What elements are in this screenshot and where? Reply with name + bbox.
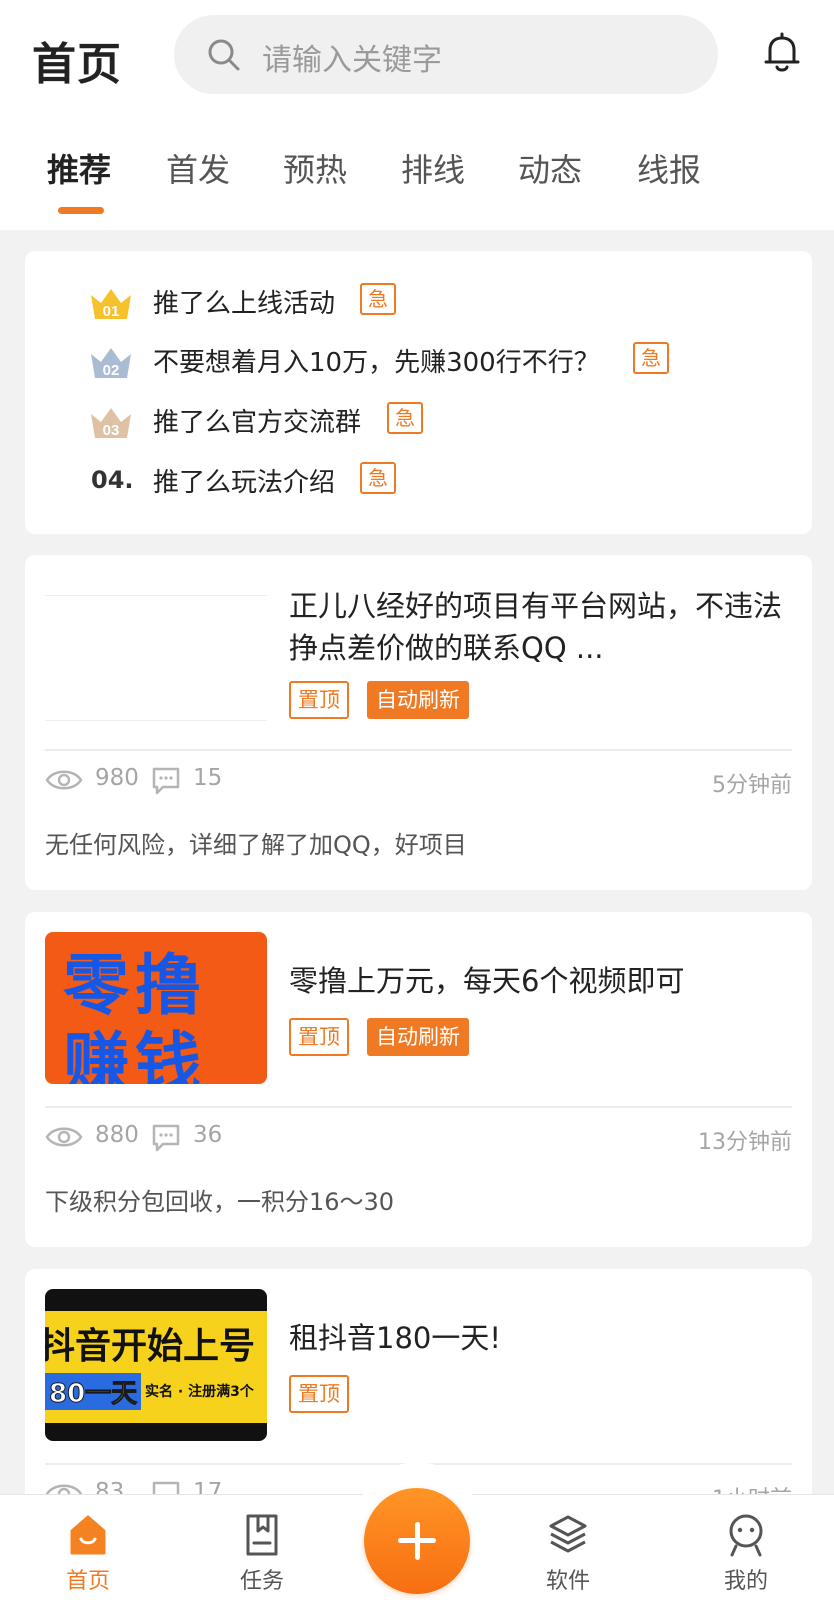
nav-label: 我的 [723, 1569, 768, 1594]
tab-tips[interactable]: 线报 [637, 145, 701, 191]
pinned-tag: 置顶 [289, 1375, 349, 1413]
nav-label: 任务 [239, 1569, 284, 1594]
search-input[interactable]: 请输入关键字 [174, 15, 718, 94]
urgent-tag: 急 [360, 283, 396, 315]
thumb-text-top: 抖音开始上号 [45, 1326, 256, 1367]
post-thumbnail[interactable]: ‹ 6 / 40 › [45, 575, 267, 727]
nav-label: 首页 [65, 1569, 110, 1594]
thumb-text-middle: 80一天 [45, 1373, 142, 1410]
add-post-button[interactable] [364, 1488, 470, 1594]
comment-count: 36 [193, 1122, 223, 1148]
view-count: 880 [95, 1122, 139, 1148]
comment-icon [152, 767, 180, 795]
thumb-line [45, 720, 267, 721]
post-thumbnail[interactable]: 抖音开始上号 80一天 实名 · 注册满3个 [45, 1289, 267, 1441]
task-icon [246, 1514, 278, 1556]
nav-label: 软件 [545, 1569, 590, 1594]
app-root: 首页 请输入关键字 推荐 首发 预热 排线 动态 线报 01 推了么上线活动 急… [0, 0, 834, 1600]
post-card[interactable]: 零撸 赚钱 零撸上万元，每天6个视频即可 置顶 自动刷新 880 36 13分钟… [25, 912, 812, 1247]
search-icon [208, 39, 240, 71]
nav-software[interactable]: 软件 [518, 1495, 618, 1600]
rank-number: 02 [103, 362, 120, 379]
tab-first-release[interactable]: 首发 [166, 145, 230, 191]
pinned-tag: 置顶 [289, 681, 349, 719]
post-time: 13分钟前 [698, 1130, 792, 1155]
post-description: 无任何风险，详细了解了加QQ，好项目 [45, 831, 467, 859]
nav-home[interactable]: 首页 [38, 1495, 138, 1600]
rank-number: 01 [103, 303, 120, 320]
auto-refresh-tag: 自动刷新 [367, 681, 469, 719]
tab-lineup[interactable]: 排线 [401, 145, 465, 191]
post-thumbnail[interactable]: 零撸 赚钱 [45, 932, 267, 1084]
rank-number: 03 [103, 422, 120, 439]
hot-list-card: 01 推了么上线活动 急 02 不要想着月入10万，先赚300行不行？ 急 03… [25, 251, 812, 534]
rank-silver-crown-icon: 02 [91, 348, 131, 379]
eye-icon [45, 1127, 83, 1147]
urgent-tag: 急 [387, 402, 423, 434]
rank-gold-crown-icon: 01 [91, 289, 131, 320]
top-bar: 首页 请输入关键字 推荐 首发 预热 排线 动态 线报 [0, 0, 834, 230]
hot-item-title: 推了么上线活动 [153, 289, 336, 319]
nav-task[interactable]: 任务 [212, 1495, 312, 1600]
home-icon [70, 1515, 106, 1555]
tab-recommend[interactable]: 推荐 [47, 145, 111, 191]
post-title: 正儿八经好的项目有平台网站，不违法挣点差价做的联系QQ ... [289, 589, 783, 665]
tab-news[interactable]: 动态 [518, 145, 582, 191]
hot-list-item[interactable]: 03 推了么官方交流群 急 [25, 400, 812, 444]
profile-icon [729, 1514, 763, 1557]
hot-item-title: 推了么玩法介绍 [153, 468, 336, 498]
hot-list-item[interactable]: 01 推了么上线活动 急 [25, 281, 812, 325]
post-time: 5分钟前 [712, 773, 792, 798]
rank-bronze-crown-icon: 03 [91, 408, 131, 439]
thumb-text-bottom: 赚钱 [63, 1025, 207, 1084]
divider [45, 749, 792, 751]
post-card[interactable]: ‹ 6 / 40 › 正儿八经好的项目有平台网站，不违法挣点差价做的联系QQ .… [25, 555, 812, 890]
hot-item-title: 推了么官方交流群 [153, 408, 362, 438]
hot-list-item[interactable]: 04. 推了么玩法介绍 急 [25, 460, 812, 504]
nav-profile[interactable]: 我的 [696, 1495, 796, 1600]
auto-refresh-tag: 自动刷新 [367, 1018, 469, 1056]
urgent-tag: 急 [633, 342, 669, 374]
comment-count: 15 [193, 765, 223, 791]
layers-icon [549, 1515, 587, 1553]
plus-icon [415, 1522, 420, 1560]
page-title: 首页 [32, 39, 122, 90]
comment-icon [152, 1124, 180, 1152]
search-placeholder: 请输入关键字 [262, 43, 442, 78]
divider [45, 1106, 792, 1108]
rank-number: 04. [91, 466, 134, 494]
urgent-tag: 急 [360, 462, 396, 494]
bell-icon[interactable] [762, 30, 802, 74]
post-title: 租抖音180一天! [289, 1321, 501, 1355]
post-title: 零撸上万元，每天6个视频即可 [289, 964, 685, 998]
thumb-text-bottom: 实名 · 注册满3个 [145, 1384, 254, 1400]
hot-list-item[interactable]: 02 不要想着月入10万，先赚300行不行？ 急 [25, 340, 812, 384]
post-description: 下级积分包回收，一积分16～30 [45, 1188, 395, 1216]
view-count: 980 [95, 765, 139, 791]
tab-preheat[interactable]: 预热 [283, 145, 347, 191]
pinned-tag: 置顶 [289, 1018, 349, 1056]
tab-indicator [58, 207, 104, 214]
tab-bar: 推荐 首发 预热 排线 动态 线报 [0, 145, 834, 215]
thumb-line [45, 595, 267, 596]
hot-item-title: 不要想着月入10万，先赚300行不行？ [153, 348, 600, 378]
eye-icon [45, 770, 83, 790]
